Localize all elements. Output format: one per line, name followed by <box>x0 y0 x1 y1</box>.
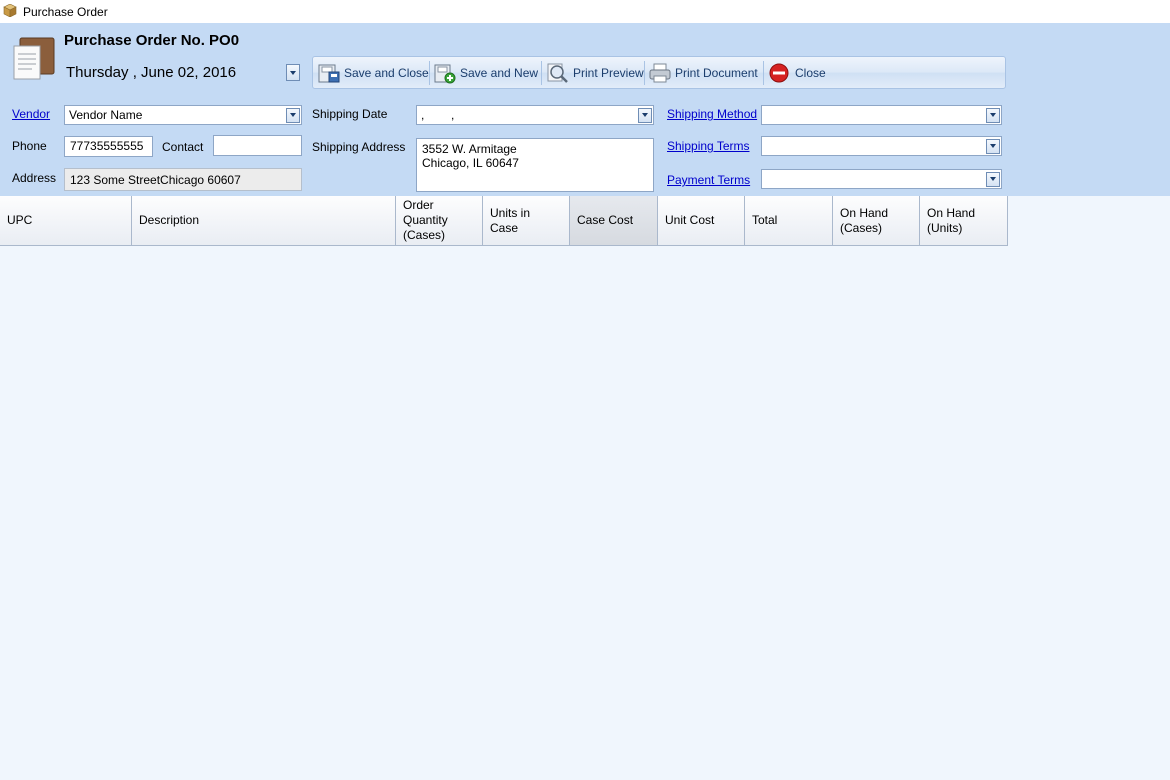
box-icon <box>3 4 17 17</box>
column-header-order-quantity[interactable]: Order Quantity (Cases) <box>396 196 483 246</box>
shipping-address-field[interactable]: 3552 W. Armitage Chicago, IL 60647 <box>416 138 654 192</box>
order-date[interactable]: Thursday , June 02, 2016 <box>66 64 236 81</box>
purchase-order-icon <box>13 37 55 80</box>
column-label: UPC <box>7 213 33 227</box>
column-label: On Hand (Cases) <box>840 205 889 235</box>
shipping-terms-select[interactable] <box>761 136 1002 156</box>
column-header-upc[interactable]: UPC <box>0 196 132 246</box>
payment-terms-value <box>762 177 986 181</box>
vendor-select[interactable]: Vendor Name <box>64 105 302 125</box>
vendor-value: Vendor Name <box>69 108 143 122</box>
window-title: Purchase Order <box>23 5 108 19</box>
grid-header: UPC Description Order Quantity (Cases) U… <box>0 196 1008 246</box>
column-header-case-cost[interactable]: Case Cost <box>570 196 658 246</box>
shipping-terms-link[interactable]: Shipping Terms <box>667 139 750 153</box>
shipping-date-picker[interactable]: , , <box>416 105 654 125</box>
po-title: Purchase Order No. PO0 <box>64 32 240 49</box>
chevron-down-icon <box>290 70 296 75</box>
phone-label: Phone <box>12 139 47 153</box>
save-and-new-button[interactable]: Save and New <box>433 61 538 85</box>
shipping-method-link[interactable]: Shipping Method <box>667 107 757 121</box>
close-label: Close <box>795 66 826 80</box>
vendor-link[interactable]: Vendor <box>12 107 50 121</box>
title-bar: Purchase Order <box>0 0 1170 23</box>
payment-terms-dropdown-button[interactable] <box>986 171 1000 187</box>
close-icon <box>769 63 789 83</box>
chevron-down-icon <box>990 113 996 117</box>
magnifier-icon <box>547 63 568 83</box>
column-header-on-hand-units[interactable]: On Hand (Units) <box>920 196 1008 246</box>
save-new-icon <box>434 64 456 84</box>
shipping-date-dropdown-button[interactable] <box>638 107 652 123</box>
address-label: Address <box>12 171 57 185</box>
shipping-method-select[interactable] <box>761 105 1002 125</box>
shipping-method-value <box>762 113 986 117</box>
save-and-new-label: Save and New <box>460 66 539 80</box>
print-preview-label: Print Preview <box>573 66 644 80</box>
contact-field[interactable] <box>213 135 302 156</box>
shipping-method-dropdown-button[interactable] <box>986 107 1000 123</box>
save-and-close-label: Save and Close <box>344 66 429 80</box>
column-header-total[interactable]: Total <box>745 196 833 246</box>
toolbar: Save and Close Save and New Print Previe… <box>312 56 1006 89</box>
chevron-down-icon <box>290 113 296 117</box>
chevron-down-icon <box>990 177 996 181</box>
chevron-down-icon <box>990 144 996 148</box>
payment-terms-link[interactable]: Payment Terms <box>667 173 750 187</box>
column-header-description[interactable]: Description <box>132 196 396 246</box>
address-field: 123 Some StreetChicago 60607 <box>64 168 302 191</box>
column-header-unit-cost[interactable]: Unit Cost <box>658 196 745 246</box>
column-label: Unit Cost <box>665 213 715 227</box>
column-label: Description <box>139 213 200 227</box>
print-preview-button[interactable]: Print Preview <box>546 61 644 85</box>
vendor-dropdown-button[interactable] <box>286 107 300 123</box>
chevron-down-icon <box>642 113 648 117</box>
shipping-terms-dropdown-button[interactable] <box>986 138 1000 154</box>
shipping-date-value: , , <box>421 108 455 122</box>
close-button[interactable]: Close <box>768 61 826 85</box>
column-label: Case Cost <box>577 213 634 227</box>
print-document-button[interactable]: Print Document <box>648 61 758 85</box>
payment-terms-select[interactable] <box>761 169 1002 189</box>
order-form: Purchase Order No. PO0 Thursday , June 0… <box>0 23 1170 196</box>
shipping-address-label: Shipping Address <box>312 140 406 154</box>
shipping-date-label: Shipping Date <box>312 107 388 121</box>
date-dropdown-button[interactable] <box>286 64 300 81</box>
phone-field[interactable]: 77735555555 <box>64 136 153 157</box>
column-header-units-in-case[interactable]: Units in Case <box>483 196 570 246</box>
printer-icon <box>649 63 671 83</box>
save-and-close-button[interactable]: Save and Close <box>317 61 429 85</box>
contact-label: Contact <box>162 140 204 154</box>
column-label: On Hand (Units) <box>927 205 976 235</box>
column-label: Units in Case <box>490 205 531 235</box>
save-close-icon <box>318 64 340 83</box>
column-label: Order Quantity (Cases) <box>403 198 448 242</box>
column-header-on-hand-cases[interactable]: On Hand (Cases) <box>833 196 920 246</box>
print-document-label: Print Document <box>675 66 758 80</box>
shipping-terms-value <box>762 144 986 148</box>
grid-body[interactable] <box>0 246 1170 780</box>
column-label: Total <box>752 213 778 227</box>
